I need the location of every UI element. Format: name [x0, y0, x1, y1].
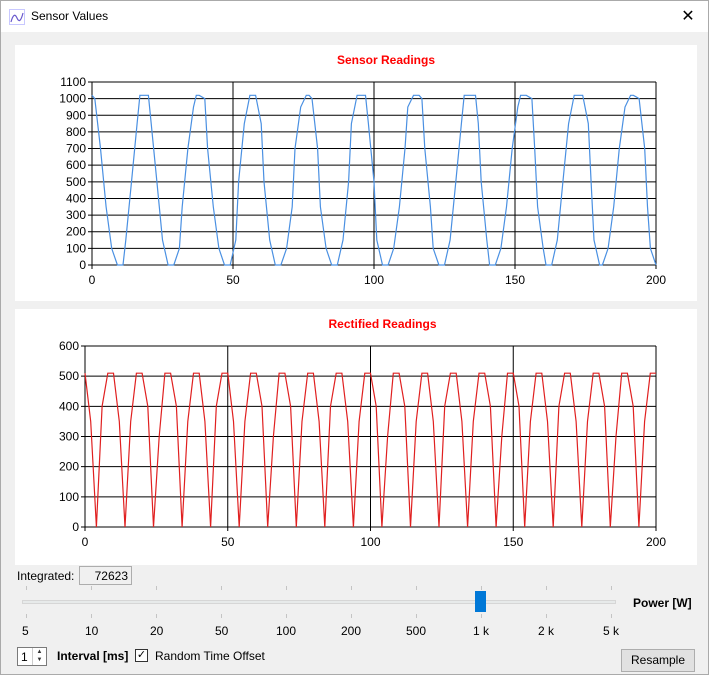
power-label: Power [W] — [633, 596, 692, 610]
x-tick-label: 0 — [89, 273, 96, 287]
x-tick-label: 100 — [360, 535, 380, 549]
close-button[interactable]: ✕ — [668, 1, 708, 31]
y-tick-label: 800 — [66, 125, 86, 139]
slider-tick-mark — [546, 614, 547, 618]
y-tick-label: 100 — [59, 490, 79, 504]
power-scale-label: 1 k — [473, 624, 490, 638]
slider-tick-mark — [351, 586, 352, 590]
power-scale-label: 5 k — [603, 624, 620, 638]
slider-tick-mark — [221, 614, 222, 618]
x-tick-label: 150 — [505, 273, 525, 287]
slider-tick-mark — [221, 586, 222, 590]
sensor-values-window: Sensor Values ✕ Sensor Readings 0 100 200 30… — [0, 0, 709, 675]
slider-tick-mark — [156, 614, 157, 618]
x-tick-label: 200 — [646, 535, 666, 549]
chart-title: Sensor Readings — [337, 53, 435, 67]
y-tick-label: 400 — [66, 191, 86, 205]
rectified-readings-svg: Rectified Readings 0 100 200 300 400 500 600 0 50… — [59, 317, 666, 549]
interval-spin-buttons[interactable]: ▲ ▼ — [32, 648, 46, 665]
power-scale-label: 100 — [276, 624, 297, 638]
y-tick-label: 100 — [66, 241, 86, 255]
resample-button[interactable]: Resample — [621, 649, 695, 672]
slider-tick-mark — [611, 586, 612, 590]
close-icon: ✕ — [681, 8, 695, 25]
y-tick-label: 400 — [59, 399, 79, 413]
y-tick-label: 0 — [79, 258, 86, 272]
slider-tick-mark — [156, 586, 157, 590]
slider-tick-mark — [481, 586, 482, 590]
y-tick-label: 300 — [66, 208, 86, 222]
slider-tick-mark — [286, 586, 287, 590]
x-tick-label: 50 — [226, 273, 240, 287]
integrated-value: 72623 — [79, 566, 132, 585]
y-tick-label: 1000 — [59, 92, 86, 106]
spin-down-icon[interactable]: ▼ — [33, 656, 46, 664]
rectified-readings-chart: Rectified Readings 0 100 200 300 400 500 600 0 50… — [15, 309, 697, 565]
chart-title: Rectified Readings — [328, 317, 436, 331]
spin-up-icon[interactable]: ▲ — [33, 648, 46, 656]
integrated-label: Integrated: — [17, 569, 75, 583]
slider-tick-mark — [91, 614, 92, 618]
sensor-readings-svg: Sensor Readings0100200300400500600700800… — [59, 53, 666, 287]
slider-tick-mark — [26, 586, 27, 590]
x-tick-label: 0 — [82, 535, 89, 549]
y-tick-label: 600 — [66, 158, 86, 172]
power-scale-label: 2 k — [538, 624, 555, 638]
y-tick-label: 600 — [59, 339, 79, 353]
slider-tick-mark — [416, 586, 417, 590]
power-slider-track[interactable] — [22, 600, 616, 604]
y-tick-label: 700 — [66, 142, 86, 156]
random-time-offset-label[interactable]: Random Time Offset — [155, 649, 265, 663]
slider-tick-mark — [546, 586, 547, 590]
slider-tick-mark — [351, 614, 352, 618]
interval-stepper[interactable]: 1 ▲ ▼ — [17, 647, 47, 666]
y-tick-label: 1100 — [60, 75, 86, 89]
y-tick-label: 200 — [66, 225, 86, 239]
y-tick-label: 0 — [72, 520, 79, 534]
x-tick-label: 50 — [221, 535, 235, 549]
interval-label: Interval [ms] — [57, 649, 129, 663]
slider-tick-mark — [611, 614, 612, 618]
y-tick-label: 200 — [59, 460, 79, 474]
x-tick-label: 150 — [503, 535, 523, 549]
y-tick-label: 500 — [66, 175, 86, 189]
power-scale-label: 50 — [215, 624, 229, 638]
title-bar: Sensor Values ✕ — [1, 1, 708, 32]
power-scale-label: 20 — [150, 624, 164, 638]
interval-value: 1 — [21, 650, 28, 664]
x-tick-label: 100 — [364, 273, 384, 287]
slider-tick-mark — [26, 614, 27, 618]
slider-tick-mark — [91, 586, 92, 590]
y-tick-label: 900 — [66, 108, 86, 122]
slider-tick-mark — [286, 614, 287, 618]
power-scale-label: 500 — [406, 624, 427, 638]
power-slider-thumb[interactable] — [475, 591, 486, 612]
y-tick-label: 300 — [59, 430, 79, 444]
chart-app-icon — [9, 9, 25, 25]
random-time-offset-checkbox[interactable]: ✓ — [135, 649, 148, 662]
slider-tick-mark — [481, 614, 482, 618]
window-title: Sensor Values — [31, 9, 109, 23]
y-tick-label: 500 — [59, 369, 79, 383]
x-tick-label: 200 — [646, 273, 666, 287]
power-scale-label: 5 — [22, 624, 29, 638]
sensor-readings-chart: Sensor Readings 0 100 200 300 400 500 600 700 800… — [15, 45, 697, 301]
power-scale-label: 10 — [85, 624, 99, 638]
slider-tick-mark — [416, 614, 417, 618]
power-scale-label: 200 — [341, 624, 362, 638]
check-icon: ✓ — [136, 649, 147, 661]
